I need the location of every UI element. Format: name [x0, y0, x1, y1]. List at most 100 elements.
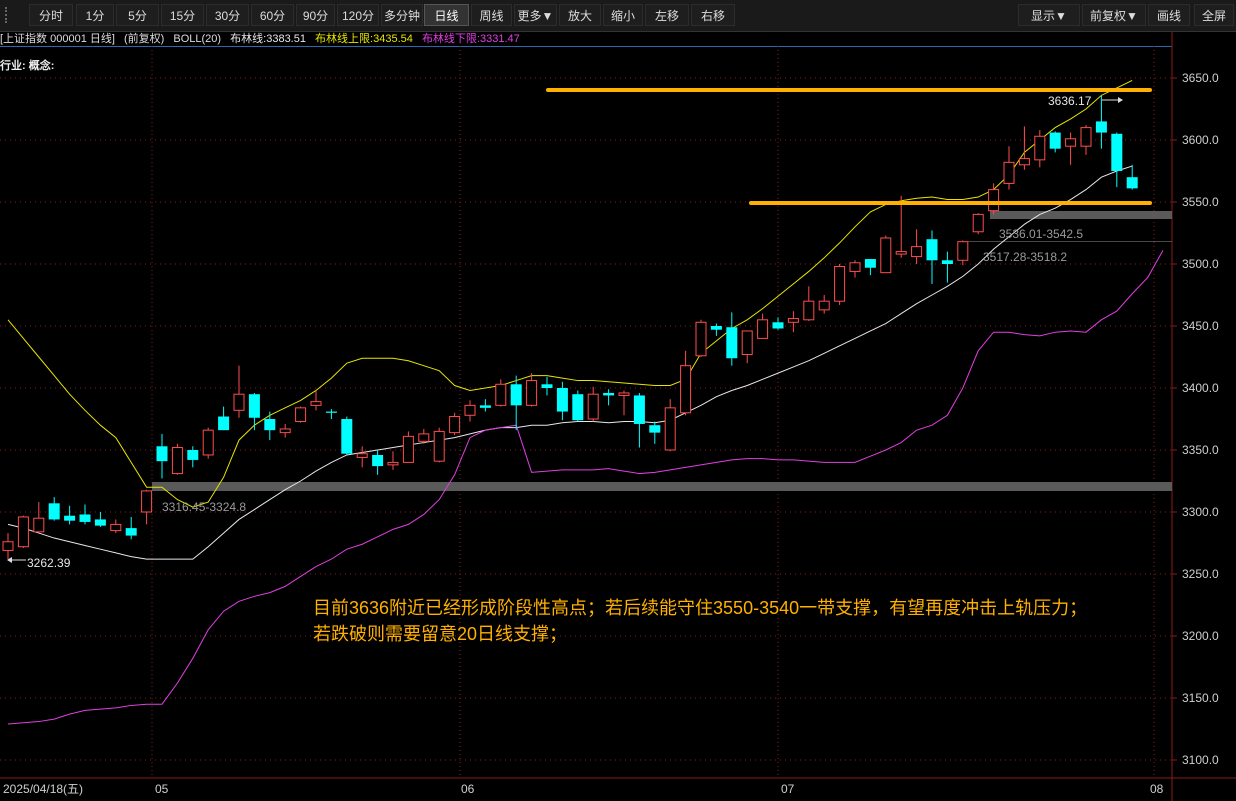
- support-zone-band: [968, 241, 1172, 242]
- candle: [695, 319, 707, 357]
- candle-body: [449, 416, 461, 434]
- candle: [156, 433, 168, 479]
- candle-body: [2, 541, 14, 551]
- candle-body: [710, 326, 722, 330]
- y-tick-label: 3100.0: [1182, 753, 1219, 767]
- support-zone-label: 3517.28-3518.2: [983, 250, 1067, 264]
- candle-body: [1126, 177, 1138, 189]
- candle: [2, 533, 14, 560]
- candle-body: [202, 429, 214, 456]
- candle-body: [818, 300, 830, 311]
- candle: [48, 497, 60, 521]
- candle: [895, 195, 907, 258]
- candle: [741, 330, 753, 364]
- candle-body: [1018, 158, 1030, 166]
- x-tick-label: 2025/04/18(五): [3, 782, 83, 796]
- candle: [17, 515, 29, 548]
- candle: [526, 373, 538, 407]
- candle-body: [141, 490, 153, 513]
- candle: [1095, 95, 1107, 149]
- candle: [479, 399, 491, 412]
- kline-chart[interactable]: 3100.0 3150.0 3200.0 3250.0 3300.0 3350.0 3400…: [0, 0, 1236, 801]
- candle-body: [64, 515, 76, 521]
- x-tick-label: 07: [781, 782, 795, 796]
- y-tick-label: 3150.0: [1182, 691, 1219, 705]
- candle-body: [941, 260, 953, 264]
- y-tick-label: 3250.0: [1182, 567, 1219, 581]
- candle-body: [79, 514, 91, 522]
- y-tick-label: 3200.0: [1182, 629, 1219, 643]
- candle-body: [757, 319, 769, 339]
- candle: [125, 516, 137, 540]
- candle-body: [1080, 127, 1092, 147]
- candle: [880, 235, 892, 274]
- candle-body: [433, 430, 445, 462]
- candle-body: [171, 447, 183, 475]
- candle: [726, 312, 738, 366]
- candle: [94, 512, 106, 527]
- candle-body: [741, 330, 753, 356]
- candle: [1049, 131, 1061, 153]
- candle-body: [911, 246, 923, 258]
- candle: [834, 264, 846, 305]
- candle-body: [48, 503, 60, 520]
- candle: [864, 259, 876, 276]
- candle-body: [479, 405, 491, 408]
- candle-body: [880, 237, 892, 274]
- candle: [572, 390, 584, 422]
- candle: [1065, 132, 1077, 165]
- x-tick-label: 08: [1150, 782, 1164, 796]
- candle-body: [633, 395, 645, 424]
- candle-body: [510, 384, 522, 406]
- candle: [233, 365, 245, 418]
- high-marker-arrowhead: [1118, 97, 1123, 103]
- candle-body: [279, 428, 291, 434]
- candle: [618, 390, 630, 416]
- candle: [603, 389, 615, 406]
- candle-body: [418, 433, 430, 442]
- candle-body: [926, 239, 938, 261]
- candle-body: [17, 516, 29, 548]
- candle: [1111, 132, 1123, 188]
- candle-body: [402, 435, 414, 463]
- candle-body: [787, 318, 799, 323]
- candle: [510, 375, 522, 431]
- high-marker-label: 3636.17: [1048, 94, 1092, 108]
- candle: [341, 416, 353, 455]
- candle-body: [680, 365, 692, 414]
- candle-body: [988, 189, 1000, 212]
- candle: [1080, 125, 1092, 155]
- candle-body: [372, 454, 384, 467]
- candle-body: [125, 528, 137, 536]
- candle: [818, 295, 830, 314]
- candle-body: [772, 322, 784, 329]
- candle-body: [110, 523, 122, 532]
- support-zone-band: [152, 482, 1172, 491]
- candle: [649, 421, 661, 444]
- candle: [433, 427, 445, 463]
- candle-body: [248, 394, 260, 418]
- candle-body: [1065, 138, 1077, 147]
- candle: [110, 519, 122, 534]
- y-tick-label: 3500.0: [1182, 257, 1219, 271]
- y-tick-label: 3400.0: [1182, 381, 1219, 395]
- candle-body: [649, 425, 661, 433]
- candle-body: [618, 392, 630, 396]
- candle-body: [310, 401, 322, 406]
- candle: [541, 376, 553, 396]
- candle-body: [156, 446, 168, 462]
- candle-body: [556, 388, 568, 412]
- candle: [957, 240, 969, 266]
- candle: [141, 489, 153, 525]
- candle: [171, 443, 183, 475]
- candle-body: [726, 327, 738, 359]
- candle-body: [33, 517, 45, 533]
- candle: [911, 229, 923, 264]
- candle-body: [1111, 133, 1123, 171]
- candle-body: [849, 262, 861, 272]
- candle: [1003, 146, 1015, 190]
- candle-body: [495, 383, 507, 406]
- candle: [787, 311, 799, 333]
- candle: [202, 427, 214, 459]
- candle: [187, 446, 199, 468]
